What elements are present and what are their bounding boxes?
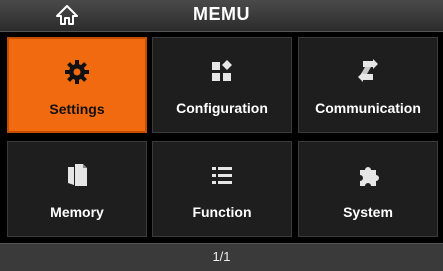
menu-grid: Settings Configuration Communication Mem…	[7, 37, 438, 237]
tile-label: Function	[192, 204, 252, 220]
config-blocks-icon	[212, 60, 232, 81]
tile-configuration[interactable]: Configuration	[152, 37, 292, 133]
tile-function[interactable]: Function	[152, 141, 292, 237]
tile-label: Configuration	[176, 100, 268, 116]
tile-label: Communication	[315, 100, 421, 116]
page-indicator: 1/1	[212, 249, 231, 264]
exchange-icon	[358, 59, 378, 82]
page-title: MEMU	[193, 4, 250, 24]
tile-settings[interactable]: Settings	[7, 37, 147, 133]
tile-label: Memory	[50, 204, 104, 220]
tile-system[interactable]: System	[298, 141, 438, 237]
header-bar: MEMU	[0, 0, 443, 32]
gear-icon	[65, 60, 89, 84]
tile-memory[interactable]: Memory	[7, 141, 147, 237]
list-icon	[212, 167, 232, 184]
footer-bar: 1/1	[0, 243, 443, 271]
puzzle-icon	[360, 167, 379, 186]
tile-label: System	[343, 204, 393, 220]
tile-communication[interactable]: Communication	[298, 37, 438, 133]
tile-label: Settings	[49, 101, 105, 117]
documents-icon	[68, 164, 87, 186]
